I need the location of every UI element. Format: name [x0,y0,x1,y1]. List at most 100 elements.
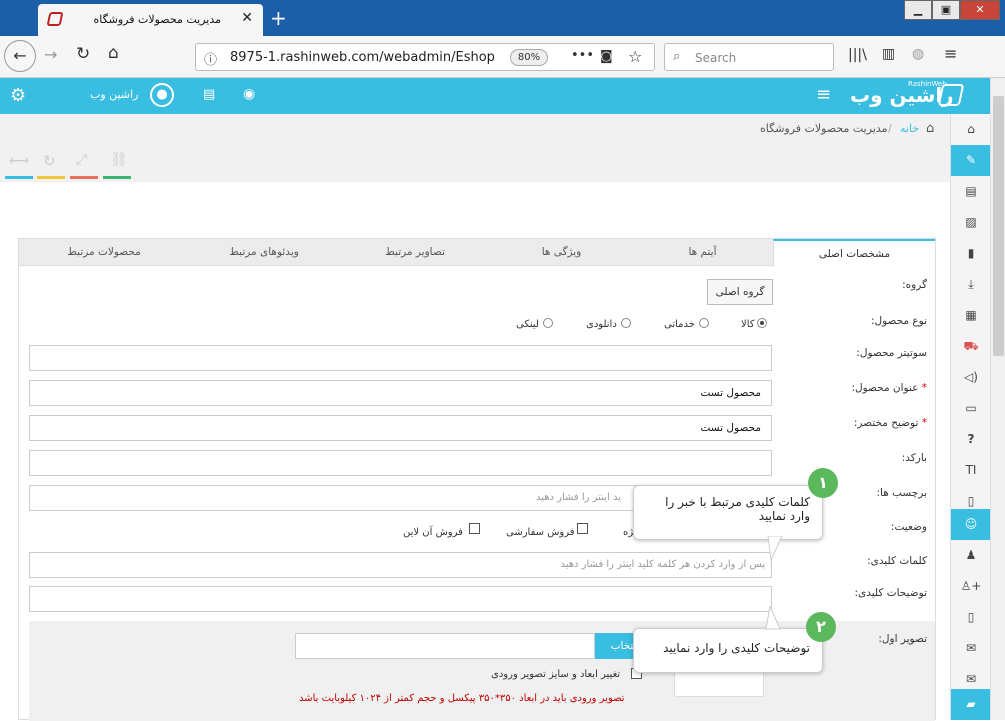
type-radio-download[interactable] [621,318,631,328]
sidebar-toggle-icon[interactable]: ▥ [882,46,895,62]
short-desc-input[interactable]: محصول تست [29,415,772,441]
tab-features[interactable]: ویژگی ها [491,239,632,266]
menu-icon[interactable]: ≡ [944,44,957,63]
tab-related-products[interactable]: محصولات مرتبط [19,239,189,266]
fullscreen-icon[interactable]: ⤢ [76,152,87,168]
bookmark-star-icon[interactable]: ☆ [628,47,642,66]
required-mark: * [921,382,927,394]
type-option-download: دانلودی [586,319,617,330]
sidebar-image-icon[interactable]: ▨ [951,207,991,238]
tab-related-videos[interactable]: ویدئوهای مرتبط [189,239,339,266]
sidebar-volume-icon[interactable]: ◁) [951,362,991,393]
forward-icon[interactable]: → [44,45,57,64]
sidebar-question-icon[interactable]: ? [951,424,991,455]
minimize-icon[interactable]: ▁ [904,0,932,20]
tab-title: مدیریت محصولات فروشگاه [93,13,221,26]
type-radio-service[interactable] [699,318,709,328]
admin-sidebar: ⌂ ✎ ▤ ▨ ▮ ⤓ ▦ ⛟ ◁) ▭ ? TI ▯ ☺ ♟ ♙+ ▯ ✉ ✉… [950,114,991,720]
callout-pointer [767,536,783,562]
home-icon[interactable]: ⌂ [108,43,119,63]
title-input[interactable]: محصول تست [29,380,772,406]
breadcrumb-separator: / [888,122,892,135]
link-icon[interactable]: ⛓ [110,152,128,168]
info-icon[interactable]: ⓘ [204,49,217,68]
breadcrumb-home[interactable]: خانه [900,122,919,135]
required-mark: * [921,417,927,429]
toolbar: ⟷ ↻ ⤢ ⛓ [0,146,950,182]
library-icon[interactable]: |||\ [848,47,867,63]
refresh-icon[interactable]: ↻ [43,152,56,170]
key-desc-label: توضیحات کلیدی: [854,587,927,599]
status-checkbox-online[interactable] [469,523,480,534]
zoom-level[interactable]: 80% [510,49,548,66]
reload-icon[interactable]: ↻ [76,44,90,64]
product-type-label: نوع محصول: [870,315,927,327]
search-icon: ⌕ [673,49,681,64]
callout-keywords-text: کلمات کلیدی مرتبط با خبر را وارد نمایید [665,495,810,523]
more-icon[interactable]: ••• [571,48,594,63]
maximize-icon[interactable]: ▣ [932,0,960,20]
sidebar-download-icon[interactable]: ⤓ [951,269,991,300]
new-tab-icon[interactable]: + [270,6,287,30]
sidebar-film-icon[interactable]: ▦ [951,300,991,331]
search-input[interactable]: ⌕ Search [664,43,834,71]
close-tab-icon[interactable]: ✕ [241,10,253,26]
sidebar-home-icon[interactable]: ⌂ [951,114,991,145]
user-avatar-icon[interactable]: ● [150,83,174,107]
type-radio-link[interactable] [543,318,553,328]
hamburger-menu-icon[interactable]: ≡ [816,84,831,105]
browser-tab[interactable]: مدیریت محصولات فروشگاه ✕ [38,4,263,36]
sidebar-support-icon[interactable]: ☺ [951,509,991,540]
status-checkbox-custom[interactable] [577,523,588,534]
globe-icon[interactable]: ◍ [912,46,924,62]
breadcrumb: ⌂ خانه / مدیریت محصولات فروشگاه [0,114,950,146]
group-select-button[interactable]: گروه اصلی [707,279,773,305]
arrows-icon[interactable]: ⟷ [9,153,29,169]
cards-icon[interactable]: ▤ [203,87,215,102]
title-label: * عنوان محصول: [851,382,927,394]
home-icon[interactable]: ⌂ [926,121,934,136]
user-name[interactable]: راشین وب [90,88,138,101]
callout-badge-2: ۲ [806,612,836,642]
sidebar-add-user-icon[interactable]: ♙+ [951,571,991,602]
tab-main-specs[interactable]: مشخصات اصلی [773,239,935,267]
sidebar-card-icon[interactable]: ▤ [951,176,991,207]
type-radio-goods[interactable] [757,318,767,328]
tab-related-images[interactable]: تصاویر مرتبط [339,239,491,266]
short-desc-label: * توضیح مختصر: [854,417,927,429]
image-label: تصویر اول: [878,633,927,645]
site-favicon-icon [46,12,64,26]
website-globe-icon[interactable]: ◉ [243,86,255,102]
image-note: تصویر ورودی باید در ابعاد ۳۵۰*۳۵۰ پیکسل … [299,693,625,704]
tags-placeholder: ید اینتر را فشار دهید [535,492,621,503]
sidebar-text-icon[interactable]: TI [951,455,991,486]
tags-label: برچسب ها: [876,487,928,499]
back-icon[interactable]: ← [4,40,36,72]
tool-underline [103,176,131,179]
key-desc-input[interactable] [29,586,772,612]
sidebar-chat-icon[interactable]: ✉ [951,633,991,664]
sidebar-monitor-icon[interactable]: ▭ [951,393,991,424]
scrollbar-thumb[interactable] [993,96,1004,356]
image-path-input[interactable] [295,633,595,659]
subtitle-input[interactable] [29,345,772,371]
page-scrollbar[interactable] [990,78,1005,720]
pocket-icon[interactable]: ◙ [600,49,613,64]
sidebar-mobile-icon[interactable]: ▯ [951,602,991,633]
browser-tab-bar: مدیریت محصولات فروشگاه ✕ + ▁ ▣ ✕ [0,0,1005,36]
sidebar-user-icon[interactable]: ♟ [951,540,991,571]
sidebar-edit-icon[interactable]: ✎ [951,145,991,176]
url-bar[interactable]: ⓘ 8975-1.rashinweb.com/webadmin/Eshop 80… [195,43,655,71]
callout-badge-1: ۱ [808,468,838,498]
type-option-goods: کالا [741,319,755,330]
close-window-icon[interactable]: ✕ [960,0,1000,20]
callout-keywords: کلمات کلیدی مرتبط با خبر را وارد نمایید [633,485,823,540]
tab-items[interactable]: آیتم ها [632,239,773,266]
keywords-input[interactable]: پس از وارد کردن هر کلمه کلید اینتر را فش… [29,552,772,578]
sidebar-folder-icon[interactable]: ▰ [951,689,991,720]
barcode-input[interactable] [29,450,772,476]
settings-gear-icon[interactable]: ⚙ [10,85,26,106]
tool-underline [5,176,33,179]
sidebar-cart-icon[interactable]: ⛟ [951,331,991,362]
sidebar-file-icon[interactable]: ▮ [951,238,991,269]
